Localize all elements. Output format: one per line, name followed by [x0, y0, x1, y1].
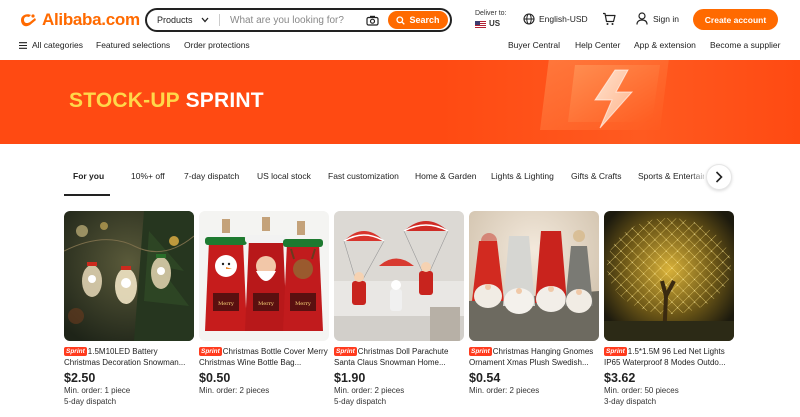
user-icon	[636, 12, 648, 25]
globe-icon	[523, 13, 535, 25]
product-grid: Sprint 1.5M10LED Battery Christmas Decora…	[64, 211, 734, 417]
sprint-badge: Sprint	[334, 347, 357, 356]
search-category-dropdown[interactable]: Products	[147, 10, 219, 30]
tab-for-you[interactable]: For you	[73, 171, 104, 181]
product-price: $0.50	[199, 371, 231, 385]
product-card[interactable]: Sprint 1.5M10LED Battery Christmas Decora…	[64, 211, 194, 407]
product-min-order: Min. order: 2 pieces	[334, 386, 405, 395]
product-price: $0.54	[469, 371, 501, 385]
promo-banner[interactable]: STOCK-UP SPRINT	[0, 60, 800, 144]
alibaba-logo[interactable]: Alibaba.com	[18, 10, 140, 30]
language-selector[interactable]: English-USD	[523, 13, 588, 25]
search-input[interactable]	[220, 14, 364, 26]
featured-selections-link[interactable]: Featured selections	[96, 40, 170, 50]
tabs-next-button[interactable]	[706, 164, 732, 190]
tab-us-local-stock[interactable]: US local stock	[257, 171, 311, 181]
product-image[interactable]	[604, 211, 734, 341]
chevron-right-icon	[715, 171, 723, 183]
alibaba-logo-icon	[21, 14, 36, 27]
search-category-label: Products	[157, 15, 193, 25]
search-bar: Products Search	[145, 8, 452, 32]
product-min-order: Min. order: 1 piece	[64, 386, 131, 395]
language-label: English-USD	[539, 14, 588, 24]
product-card[interactable]: Sprint Christmas Doll Parachute Santa Cla…	[334, 211, 464, 407]
chevron-down-icon	[201, 17, 209, 23]
product-card[interactable]: Merry Merry Merry Sprint Christmas Bottle…	[199, 211, 329, 396]
product-card[interactable]: Sprint 1.5*1.5M 96 Led Net Lights IP65 Wa…	[604, 211, 734, 407]
category-tabs: For you 10%+ off 7-day dispatch US local…	[0, 160, 800, 196]
camera-icon[interactable]	[364, 12, 380, 28]
product-dispatch: 5-day dispatch	[334, 397, 387, 406]
deliver-to-label: Deliver to:	[475, 10, 507, 17]
product-dispatch: 3-day dispatch	[604, 397, 657, 406]
create-account-button[interactable]: Create account	[693, 9, 778, 30]
banner-title-part1: STOCK-UP	[69, 89, 180, 112]
product-name[interactable]: Sprint Christmas Doll Parachute Santa Cla…	[334, 347, 464, 368]
tab-fast-customization[interactable]: Fast customization	[328, 171, 399, 181]
tab-lights-lighting[interactable]: Lights & Lighting	[491, 171, 554, 181]
svg-text:Merry: Merry	[218, 301, 234, 307]
product-min-order: Min. order: 2 pieces	[199, 386, 270, 395]
tab-7-day-dispatch[interactable]: 7-day dispatch	[184, 171, 239, 181]
deliver-to[interactable]: Deliver to: US	[475, 9, 507, 29]
product-name[interactable]: Sprint 1.5*1.5M 96 Led Net Lights IP65 Wa…	[604, 347, 734, 368]
top-header: Alibaba.com Products Search Deliver to: …	[0, 0, 800, 40]
sign-in-link[interactable]: Sign in	[636, 12, 679, 25]
lightning-bolt-graphic	[540, 60, 669, 130]
svg-text:Merry: Merry	[258, 301, 274, 307]
product-card[interactable]: Sprint Christmas Hanging Gnomes Ornament …	[469, 211, 599, 396]
logo-text: Alibaba.com	[42, 10, 140, 29]
all-categories-menu[interactable]: All categories	[19, 40, 83, 50]
search-button-label: Search	[409, 15, 440, 25]
product-name[interactable]: Sprint Christmas Bottle Cover Merry Chris…	[199, 347, 329, 368]
all-categories-label: All categories	[32, 40, 84, 50]
product-min-order: Min. order: 50 pieces	[604, 386, 679, 395]
sprint-badge: Sprint	[604, 347, 627, 356]
product-price: $1.90	[334, 371, 366, 385]
tab-10-off[interactable]: 10%+ off	[131, 171, 165, 181]
sprint-badge: Sprint	[469, 347, 492, 356]
order-protections-link[interactable]: Order protections	[184, 40, 250, 50]
search-button[interactable]: Search	[388, 11, 448, 29]
product-image[interactable]	[469, 211, 599, 341]
product-price: $3.62	[604, 371, 636, 385]
active-tab-underline	[64, 194, 110, 196]
product-image[interactable]	[334, 211, 464, 341]
svg-text:Merry: Merry	[295, 301, 311, 307]
buyer-central-link[interactable]: Buyer Central	[508, 40, 560, 50]
sign-in-label: Sign in	[653, 13, 679, 24]
product-name[interactable]: Sprint 1.5M10LED Battery Christmas Decora…	[64, 347, 194, 368]
sprint-badge: Sprint	[64, 347, 87, 356]
deliver-country: US	[489, 19, 501, 28]
product-image[interactable]: Merry Merry Merry	[199, 211, 329, 341]
product-name[interactable]: Sprint Christmas Hanging Gnomes Ornament …	[469, 347, 599, 368]
secondary-nav: All categories Featured selections Order…	[0, 38, 800, 54]
us-flag-icon	[475, 20, 486, 28]
product-dispatch: 5-day dispatch	[64, 397, 117, 406]
product-price: $2.50	[64, 371, 96, 385]
cart-icon[interactable]	[602, 12, 616, 31]
become-supplier-link[interactable]: Become a supplier	[710, 40, 780, 50]
product-image[interactable]	[64, 211, 194, 341]
tab-gifts-crafts[interactable]: Gifts & Crafts	[571, 171, 622, 181]
help-center-link[interactable]: Help Center	[575, 40, 620, 50]
tab-home-garden[interactable]: Home & Garden	[415, 171, 476, 181]
product-min-order: Min. order: 2 pieces	[469, 386, 540, 395]
menu-icon	[19, 42, 27, 50]
search-icon	[396, 15, 406, 25]
app-extension-link[interactable]: App & extension	[634, 40, 696, 50]
sprint-badge: Sprint	[199, 347, 222, 356]
banner-title: STOCK-UP SPRINT	[69, 89, 264, 113]
banner-title-part2: SPRINT	[185, 89, 264, 112]
